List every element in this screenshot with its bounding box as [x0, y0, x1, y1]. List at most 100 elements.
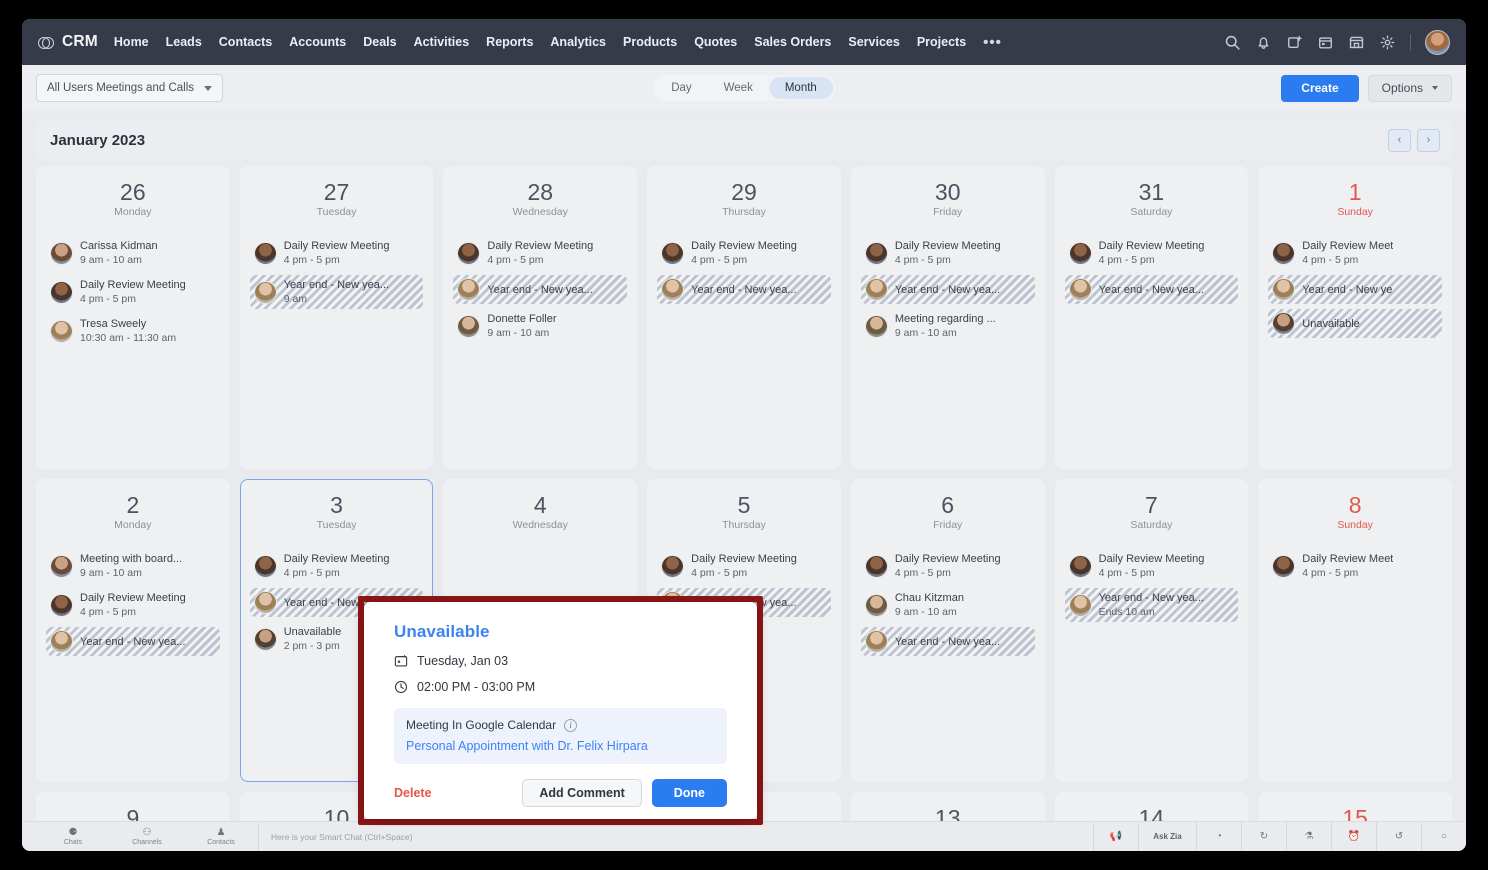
history-icon[interactable]: ↺	[1376, 822, 1421, 852]
next-month-button[interactable]: ›	[1417, 129, 1440, 152]
reminder-icon[interactable]: ⏰	[1331, 822, 1376, 852]
search-icon[interactable]	[1224, 34, 1241, 51]
calendar-day-cell[interactable]: 30FridayDaily Review Meeting4 pm - 5 pmY…	[851, 166, 1045, 469]
event-title: Daily Review Meeting	[284, 552, 390, 566]
event-text: Year end - New yea...	[80, 635, 185, 649]
options-button[interactable]: Options	[1368, 75, 1452, 102]
calendar-event[interactable]: Daily Review Meeting4 pm - 5 pm	[46, 275, 220, 309]
megaphone-icon[interactable]: 📢	[1093, 822, 1138, 852]
gear-icon[interactable]	[1379, 34, 1396, 51]
calendar-event[interactable]: Donette Foller9 am - 10 am	[453, 309, 627, 343]
store-icon[interactable]	[1348, 34, 1365, 51]
calendar-event[interactable]: Year end - New yea...	[861, 275, 1035, 304]
calendar-event[interactable]: Daily Review Meet4 pm - 5 pm	[1268, 549, 1442, 583]
calendar-day-cell[interactable]: 1SundayDaily Review Meet4 pm - 5 pmYear …	[1258, 166, 1452, 469]
view-tab-day[interactable]: Day	[655, 77, 707, 99]
calendar-day-cell[interactable]: 8SundayDaily Review Meet4 pm - 5 pm	[1258, 479, 1452, 782]
nav-more-button[interactable]: •••	[983, 34, 1002, 51]
bottom-item-contacts-label: Contacts	[207, 839, 235, 846]
calendar-day-cell[interactable]: 26MondayCarissa Kidman9 am - 10 amDaily …	[36, 166, 230, 469]
add-comment-button[interactable]: Add Comment	[522, 779, 641, 807]
nav-item-projects[interactable]: Projects	[917, 35, 966, 49]
calendar-event[interactable]: Daily Review Meeting4 pm - 5 pm	[657, 236, 831, 270]
nav-item-analytics[interactable]: Analytics	[550, 35, 606, 49]
calendar-event[interactable]: Chau Kitzman9 am - 10 am	[861, 588, 1035, 622]
calendar-event[interactable]: Meeting with board...9 am - 10 am	[46, 549, 220, 583]
calendar-event[interactable]: Year end - New yea...9 am	[250, 275, 424, 309]
nav-item-leads[interactable]: Leads	[166, 35, 202, 49]
calendar-event[interactable]: Daily Review Meeting4 pm - 5 pm	[1065, 236, 1239, 270]
calendar-day-cell[interactable]: 29ThursdayDaily Review Meeting4 pm - 5 p…	[647, 166, 841, 469]
day-events: Carissa Kidman9 am - 10 am Daily Review M…	[46, 236, 220, 348]
calendar-event[interactable]: Year end - New yea...	[861, 627, 1035, 656]
bottom-item-contacts[interactable]: ♟ Contacts	[184, 828, 258, 846]
more-icon[interactable]: ○	[1421, 822, 1466, 852]
popup-description[interactable]: Personal Appointment with Dr. Felix Hirp…	[406, 739, 715, 753]
calendar-event[interactable]: Year end - New yea...	[657, 275, 831, 304]
user-avatar[interactable]	[1425, 30, 1450, 55]
avatar	[50, 320, 73, 343]
calendar-event[interactable]: Daily Review Meeting4 pm - 5 pm	[250, 236, 424, 270]
nav-item-sales-orders[interactable]: Sales Orders	[754, 35, 831, 49]
calendar-day-cell[interactable]: 28WednesdayDaily Review Meeting4 pm - 5 …	[443, 166, 637, 469]
nav-item-deals[interactable]: Deals	[363, 35, 396, 49]
chat-icon: ⚈	[69, 828, 78, 838]
view-tab-week[interactable]: Week	[708, 77, 769, 99]
event-title: Tresa Sweely	[80, 317, 176, 331]
popup-time-row: 02:00 PM - 03:00 PM	[394, 680, 727, 694]
event-detail-popup: Unavailable Tuesday, Jan 03 02:00 PM - 0…	[364, 602, 757, 819]
delete-button[interactable]: Delete	[394, 786, 432, 800]
add-note-icon[interactable]	[1286, 34, 1303, 51]
info-icon[interactable]: i	[564, 719, 577, 732]
nav-item-services[interactable]: Services	[848, 35, 899, 49]
prev-month-button[interactable]: ‹	[1388, 129, 1411, 152]
calendar-event[interactable]: Daily Review Meet4 pm - 5 pm	[1268, 236, 1442, 270]
calendar-event[interactable]: Year end - New yea...	[1065, 275, 1239, 304]
ask-zia-button[interactable]: Ask Zia	[1138, 822, 1196, 852]
calendar-day-cell[interactable]: 2MondayMeeting with board...9 am - 10 am…	[36, 479, 230, 782]
calendar-day-cell[interactable]: 31SaturdayDaily Review Meeting4 pm - 5 p…	[1055, 166, 1249, 469]
calendar-event[interactable]: Daily Review Meeting4 pm - 5 pm	[453, 236, 627, 270]
nav-item-home[interactable]: Home	[114, 35, 149, 49]
calendar-event[interactable]: Year end - New yea...	[46, 627, 220, 656]
calendar-event[interactable]: Daily Review Meeting4 pm - 5 pm	[657, 549, 831, 583]
bottom-item-channels[interactable]: ⚇ Channels	[110, 828, 184, 846]
done-button[interactable]: Done	[652, 779, 727, 807]
calendar-event[interactable]: Meeting regarding ...9 am - 10 am	[861, 309, 1035, 343]
nav-item-activities[interactable]: Activities	[414, 35, 470, 49]
calendar-day-cell[interactable]: 6FridayDaily Review Meeting4 pm - 5 pmCh…	[851, 479, 1045, 782]
feedback-icon[interactable]: ◔	[1196, 822, 1241, 852]
analytics-icon[interactable]: ⚗	[1286, 822, 1331, 852]
crm-logo[interactable]: CRM	[38, 33, 98, 51]
refresh-icon[interactable]: ↻	[1241, 822, 1286, 852]
calendar-event[interactable]: Year end - New yea...Ends 10 am	[1065, 588, 1239, 622]
nav-item-contacts[interactable]: Contacts	[219, 35, 272, 49]
calendar-event[interactable]: Unavailable	[1268, 309, 1442, 338]
calendar-icon[interactable]	[1317, 34, 1334, 51]
event-time: 4 pm - 5 pm	[284, 566, 390, 580]
calendar-day-cell[interactable]: 27TuesdayDaily Review Meeting4 pm - 5 pm…	[240, 166, 434, 469]
calendar-event[interactable]: Daily Review Meeting4 pm - 5 pm	[46, 588, 220, 622]
calendar-event[interactable]: Daily Review Meeting4 pm - 5 pm	[250, 549, 424, 583]
calendar-event[interactable]: Carissa Kidman9 am - 10 am	[46, 236, 220, 270]
bell-icon[interactable]	[1255, 34, 1272, 51]
nav-item-accounts[interactable]: Accounts	[289, 35, 346, 49]
calendar-event[interactable]: Daily Review Meeting4 pm - 5 pm	[861, 549, 1035, 583]
calendar-event[interactable]: Year end - New yea...	[453, 275, 627, 304]
create-button[interactable]: Create	[1281, 75, 1358, 102]
event-title: Daily Review Meeting	[80, 278, 186, 292]
calendar-event[interactable]: Daily Review Meeting4 pm - 5 pm	[861, 236, 1035, 270]
bottom-item-chats[interactable]: ⚈ Chats	[36, 828, 110, 846]
event-text: Daily Review Meeting4 pm - 5 pm	[284, 239, 390, 267]
calendar-day-cell[interactable]: 7SaturdayDaily Review Meeting4 pm - 5 pm…	[1055, 479, 1249, 782]
nav-item-quotes[interactable]: Quotes	[694, 35, 737, 49]
popup-time: 02:00 PM - 03:00 PM	[417, 680, 535, 694]
nav-item-products[interactable]: Products	[623, 35, 677, 49]
calendar-event[interactable]: Year end - New ye	[1268, 275, 1442, 304]
user-filter-dropdown[interactable]: All Users Meetings and Calls	[36, 74, 223, 102]
calendar-event[interactable]: Daily Review Meeting4 pm - 5 pm	[1065, 549, 1239, 583]
calendar-event[interactable]: Tresa Sweely10:30 am - 11:30 am	[46, 314, 220, 348]
view-tab-month[interactable]: Month	[769, 77, 833, 99]
smart-chat-input[interactable]: Here is your Smart Chat (Ctrl+Space)	[258, 822, 1093, 852]
nav-item-reports[interactable]: Reports	[486, 35, 533, 49]
